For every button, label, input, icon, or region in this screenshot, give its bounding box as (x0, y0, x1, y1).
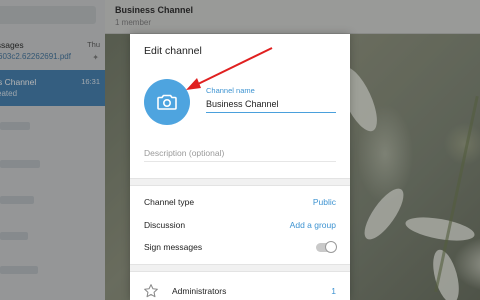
description-input[interactable] (144, 144, 336, 162)
channel-type-label: Channel type (144, 197, 195, 207)
discussion-label: Discussion (144, 220, 186, 230)
sign-messages-toggle[interactable] (316, 241, 337, 253)
channel-name-input[interactable] (206, 95, 336, 113)
section-divider (130, 264, 350, 272)
administrators-count: 1 (331, 286, 336, 296)
star-icon (144, 284, 158, 298)
discussion-row[interactable]: Discussion Add a group (130, 214, 350, 236)
camera-icon (157, 94, 177, 110)
section-divider (130, 178, 350, 186)
administrators-row[interactable]: Administrators 1 (130, 280, 350, 300)
dialog-title: Edit channel (144, 45, 202, 57)
toggle-knob (325, 241, 337, 253)
channel-name-label: Channel name (206, 86, 255, 95)
edit-channel-dialog: Edit channel Channel name Channel type P… (130, 34, 350, 300)
sign-messages-label: Sign messages (144, 242, 203, 252)
channel-type-value[interactable]: Public (313, 197, 336, 207)
add-group-link[interactable]: Add a group (290, 220, 336, 230)
administrators-label: Administrators (172, 286, 227, 296)
channel-type-row[interactable]: Channel type Public (130, 191, 350, 213)
telegram-app: essages Thu 603c2.62262691.pdf ✦ s Chann… (0, 0, 480, 300)
sign-messages-row[interactable]: Sign messages (130, 236, 350, 258)
channel-photo-button[interactable] (144, 79, 190, 125)
